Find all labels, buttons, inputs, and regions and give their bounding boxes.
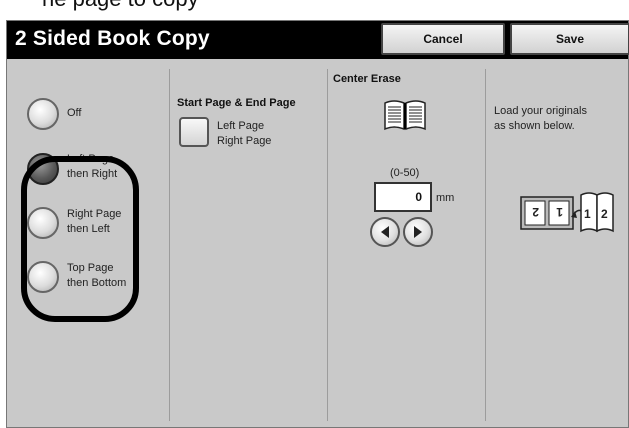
load-originals-instruction: Load your originals as shown below.: [494, 105, 587, 132]
svg-text:2: 2: [601, 207, 608, 221]
center-erase-value-field[interactable]: 0: [374, 182, 432, 212]
original-placement-icon: 2 1 1 2: [520, 192, 614, 233]
decrease-button[interactable]: [370, 217, 400, 247]
arrow-right-icon: [414, 226, 422, 238]
option-top-then-bottom-radio[interactable]: [27, 261, 59, 293]
option-left-then-right-label: Left Page then Right: [67, 153, 118, 180]
open-book-icon: [384, 100, 426, 131]
svg-text:2: 2: [532, 205, 539, 219]
start-end-toggle-button[interactable]: [179, 117, 209, 147]
start-end-heading: Start Page & End Page: [177, 97, 296, 109]
svg-text:1: 1: [556, 205, 563, 219]
increase-button[interactable]: [403, 217, 433, 247]
column-divider: [169, 69, 170, 421]
save-button[interactable]: Save: [510, 23, 629, 55]
column-divider: [485, 69, 486, 421]
arrow-left-icon: [381, 226, 389, 238]
option-off-label: Off: [67, 107, 82, 119]
page-caption: he page to copy: [42, 0, 199, 12]
center-erase-range: (0-50): [390, 167, 420, 179]
center-erase-unit: mm: [436, 192, 455, 204]
center-erase-heading: Center Erase: [333, 73, 401, 85]
option-off-radio[interactable]: [27, 98, 59, 130]
start-end-label: Left Page Right Page: [217, 120, 272, 147]
title-bar: 2 Sided Book Copy Cancel Save: [7, 21, 629, 59]
two-sided-book-copy-panel: 2 Sided Book Copy Cancel Save Off Left P…: [6, 20, 629, 428]
cancel-button[interactable]: Cancel: [381, 23, 505, 55]
option-right-then-left-label: Right Page then Left: [67, 208, 122, 235]
option-right-then-left-radio[interactable]: [27, 207, 59, 239]
svg-text:1: 1: [584, 207, 591, 221]
column-divider: [327, 69, 328, 421]
option-top-then-bottom-label: Top Page then Bottom: [67, 262, 127, 289]
option-left-then-right-radio[interactable]: [27, 153, 59, 185]
window-title: 2 Sided Book Copy: [15, 27, 210, 50]
